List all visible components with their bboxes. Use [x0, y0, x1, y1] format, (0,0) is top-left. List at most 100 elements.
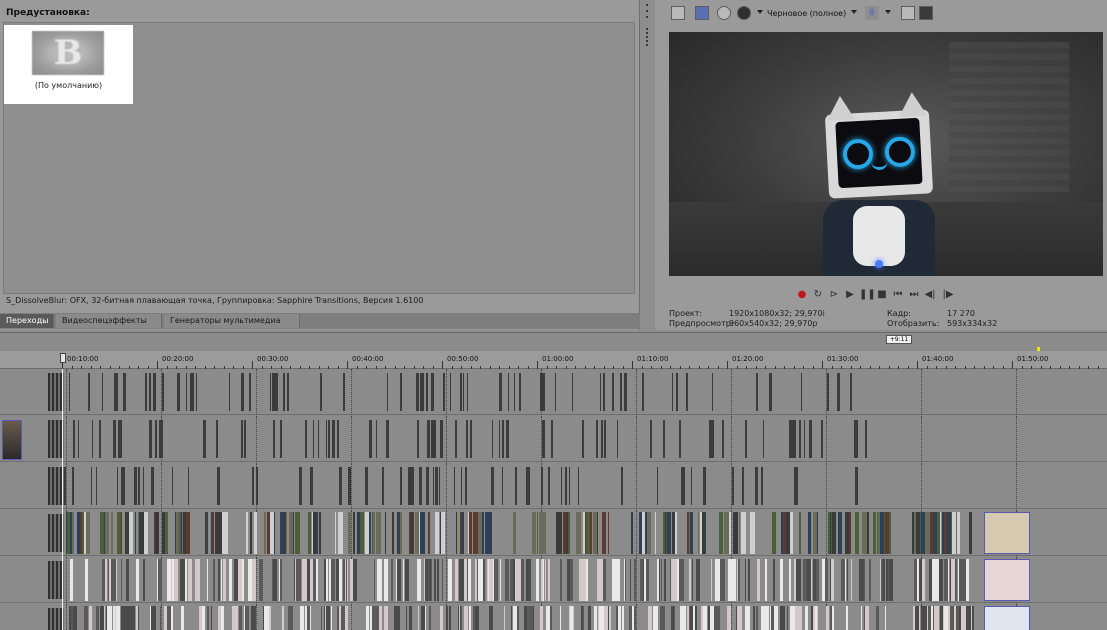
track-clip[interactable] — [946, 512, 950, 554]
track-clip[interactable] — [319, 512, 322, 554]
track-clip[interactable] — [69, 512, 72, 554]
track-clip[interactable] — [793, 559, 797, 601]
track-clip[interactable] — [968, 512, 972, 554]
track-clip[interactable] — [915, 606, 920, 630]
track-clip[interactable] — [183, 512, 187, 554]
track-clip[interactable] — [745, 420, 747, 458]
track-clip[interactable] — [112, 420, 116, 458]
track-clip[interactable] — [858, 559, 862, 601]
track-clip[interactable] — [604, 420, 607, 458]
track-clip[interactable] — [440, 512, 445, 554]
track-clip[interactable] — [191, 559, 193, 601]
track-clip[interactable] — [425, 467, 429, 505]
track-clip[interactable] — [738, 512, 740, 554]
track-clip[interactable] — [113, 606, 116, 630]
track-clip[interactable] — [829, 606, 833, 630]
track-clip[interactable] — [206, 559, 208, 601]
track-clip[interactable] — [491, 420, 494, 458]
track-clip[interactable] — [786, 512, 790, 554]
track-clip[interactable] — [144, 512, 147, 554]
track-clip[interactable] — [917, 559, 920, 601]
track-clip[interactable] — [469, 420, 472, 458]
track-clip[interactable] — [888, 512, 892, 554]
track-clip[interactable] — [527, 606, 532, 630]
track-clip[interactable] — [339, 467, 343, 505]
track-clip[interactable] — [196, 373, 198, 411]
track-clip[interactable] — [105, 512, 110, 554]
track-clip[interactable] — [177, 373, 180, 411]
track-clip[interactable] — [424, 606, 427, 630]
track-clip[interactable] — [282, 373, 285, 411]
loop-icon[interactable]: ↻ — [811, 288, 825, 302]
track-clip[interactable] — [947, 559, 950, 601]
track-clip[interactable] — [229, 559, 233, 601]
track-clip[interactable] — [595, 420, 598, 458]
track-clip[interactable] — [813, 512, 818, 554]
track-clip[interactable] — [275, 373, 278, 411]
track-clip[interactable] — [943, 559, 948, 601]
track-clip[interactable] — [747, 559, 750, 601]
track-clip[interactable] — [388, 420, 390, 458]
track-clip[interactable] — [152, 467, 154, 505]
track-clip[interactable] — [349, 559, 354, 601]
track-clip[interactable] — [689, 512, 693, 554]
track-clip[interactable] — [494, 559, 498, 601]
track-clip[interactable] — [438, 467, 440, 505]
track-clip[interactable] — [600, 373, 602, 411]
track-clip[interactable] — [682, 606, 686, 630]
track-clip[interactable] — [299, 467, 302, 505]
track-clip[interactable] — [369, 420, 372, 458]
track-clip[interactable] — [622, 606, 624, 630]
save-snapshot-button[interactable] — [919, 6, 933, 20]
track-clip[interactable] — [800, 373, 803, 411]
track-clip[interactable] — [243, 606, 246, 630]
next-marker-icon[interactable]: ⏭ — [907, 288, 921, 302]
track-clip[interactable] — [838, 512, 843, 554]
track-clip[interactable] — [700, 512, 702, 554]
track-clip[interactable] — [831, 559, 835, 601]
track-clip[interactable] — [612, 373, 614, 411]
track-clip[interactable] — [280, 420, 283, 458]
track-clip[interactable] — [762, 420, 764, 458]
track-clip[interactable] — [195, 559, 200, 601]
track-clip[interactable] — [581, 559, 586, 601]
track-clip[interactable] — [128, 512, 134, 554]
track-clip[interactable] — [288, 606, 293, 630]
track-clip[interactable] — [641, 373, 645, 411]
track-clip[interactable] — [96, 606, 99, 630]
track-clip[interactable] — [513, 606, 518, 630]
track-clip[interactable] — [417, 420, 419, 458]
track-clip[interactable] — [487, 512, 492, 554]
track-clip[interactable] — [312, 512, 316, 554]
track-clip[interactable] — [286, 373, 290, 411]
track-clip[interactable] — [623, 559, 625, 601]
track-clip[interactable] — [443, 373, 445, 411]
track-clip[interactable] — [347, 512, 352, 554]
track-clip[interactable] — [397, 512, 400, 554]
track-clip[interactable] — [254, 559, 257, 601]
track-clip[interactable] — [117, 512, 121, 554]
track-clip[interactable] — [599, 606, 604, 630]
track-clip[interactable] — [112, 559, 117, 601]
track-clip[interactable] — [448, 606, 451, 630]
track-clip[interactable] — [585, 559, 588, 601]
track-clip[interactable] — [501, 467, 503, 505]
track-clip[interactable] — [645, 559, 650, 601]
track-clip[interactable] — [365, 512, 369, 554]
track-clip[interactable] — [617, 606, 621, 630]
overlays-grid-button[interactable]: ⋕ — [865, 6, 879, 20]
track-clip[interactable] — [375, 420, 377, 458]
track-clip[interactable] — [510, 606, 513, 630]
track-clip[interactable] — [809, 420, 812, 458]
track-clip[interactable] — [615, 559, 621, 601]
track-clip[interactable] — [95, 467, 98, 505]
track-clip[interactable] — [780, 606, 785, 630]
track-clip[interactable] — [559, 512, 563, 554]
play-icon[interactable]: ▶ — [843, 288, 857, 302]
track-clip[interactable] — [789, 512, 793, 554]
track-clip[interactable] — [732, 559, 737, 601]
track-clip[interactable] — [183, 559, 186, 601]
track-clip[interactable] — [822, 559, 825, 601]
track-clip[interactable] — [513, 512, 517, 554]
track-clip[interactable] — [91, 420, 94, 458]
